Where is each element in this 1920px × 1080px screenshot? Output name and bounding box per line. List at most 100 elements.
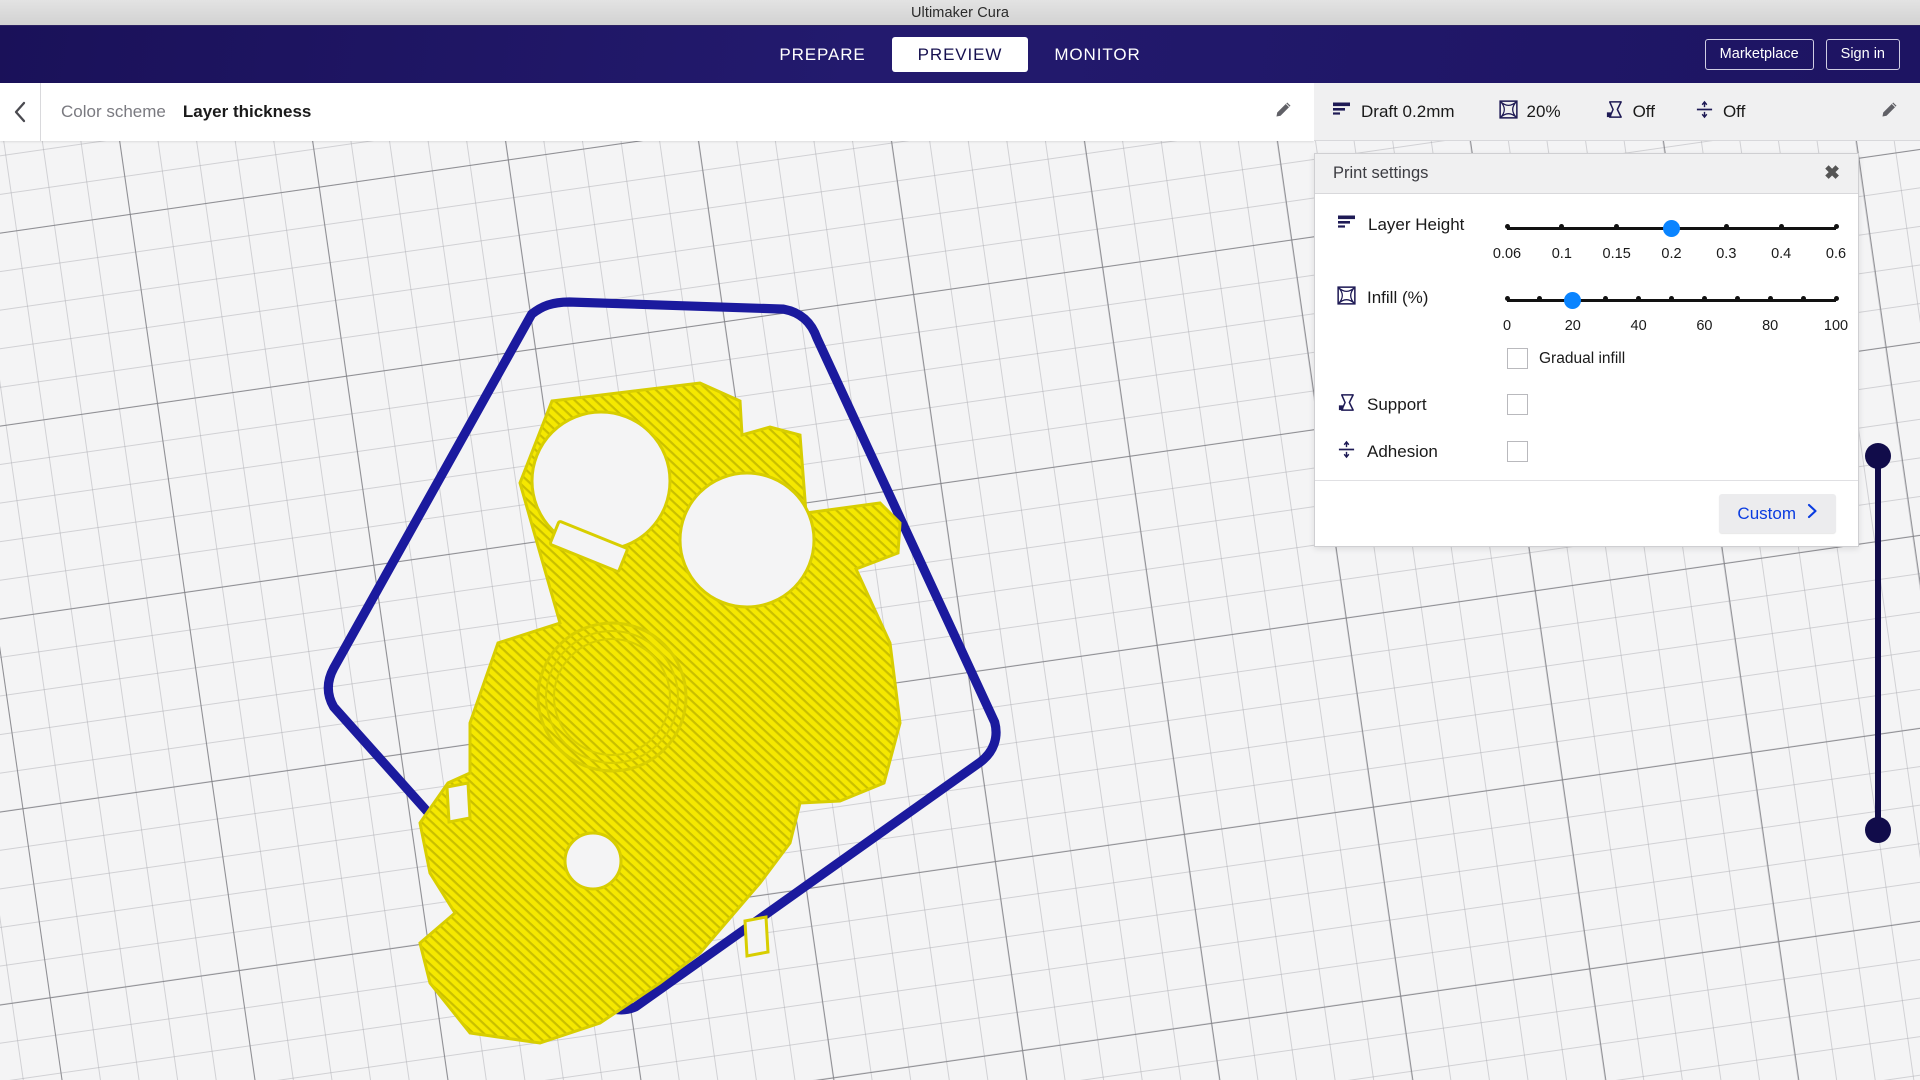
layer-height-row: Layer Height 0.06 0.1 0.15 0.2 0.3 0.4 0.6 bbox=[1315, 212, 1858, 266]
infill-row: Infill (%) 0 20 40 60 80 100 Gradual infill bbox=[1315, 284, 1858, 369]
slider-tick bbox=[1636, 295, 1642, 301]
adhesion-checkbox[interactable] bbox=[1507, 440, 1528, 462]
custom-button[interactable]: Custom bbox=[1719, 494, 1836, 533]
support-checkbox[interactable] bbox=[1507, 393, 1528, 415]
custom-button-label: Custom bbox=[1737, 503, 1796, 523]
adhesion-icon bbox=[1337, 440, 1356, 464]
color-scheme-bar: Color scheme Layer thickness bbox=[0, 83, 1314, 141]
adhesion-label-group: Adhesion bbox=[1337, 438, 1507, 464]
slider-tick-label: 80 bbox=[1762, 318, 1779, 334]
layer-height-label-group: Layer Height bbox=[1337, 212, 1507, 235]
slider-tick-label: 40 bbox=[1630, 318, 1647, 334]
slider-tick bbox=[1701, 295, 1707, 301]
model-hole-leg-gap bbox=[563, 831, 623, 891]
summary-infill-value: 20% bbox=[1526, 101, 1561, 121]
summary-adhesion-value: Off bbox=[1722, 101, 1746, 121]
summary-support-value: Off bbox=[1632, 101, 1655, 121]
tab-preview[interactable]: PREVIEW bbox=[891, 37, 1029, 72]
infill-label: Infill (%) bbox=[1367, 288, 1429, 307]
layer-slider[interactable] bbox=[1865, 443, 1891, 843]
close-icon[interactable]: ✖ bbox=[1820, 162, 1844, 185]
support-label-group: Support bbox=[1337, 391, 1507, 417]
slider-tick bbox=[1559, 223, 1565, 229]
slider-tick bbox=[1833, 295, 1839, 301]
layer-height-slider[interactable] bbox=[1504, 216, 1839, 246]
slider-tick bbox=[1603, 295, 1609, 301]
window-title: Ultimaker Cura bbox=[910, 4, 1010, 21]
slider-tick bbox=[1504, 223, 1510, 229]
slider-tick bbox=[1614, 223, 1620, 229]
toolbar-divider bbox=[40, 83, 41, 141]
slider-tick-label: 0.3 bbox=[1716, 246, 1737, 262]
infill-icon bbox=[1498, 99, 1518, 124]
slider-handle[interactable] bbox=[1564, 292, 1582, 309]
print-settings-title: Print settings bbox=[1333, 164, 1429, 182]
gradual-infill-label: Gradual infill bbox=[1539, 349, 1626, 367]
summary-support[interactable]: Off bbox=[1605, 100, 1655, 124]
lower-layer-handle[interactable] bbox=[1865, 817, 1891, 843]
adhesion-control bbox=[1507, 440, 1836, 462]
support-label: Support bbox=[1367, 395, 1427, 414]
slider-tick bbox=[1767, 295, 1773, 301]
layer-height-icon bbox=[1337, 214, 1357, 235]
support-control bbox=[1507, 393, 1836, 415]
marketplace-button[interactable]: Marketplace bbox=[1704, 39, 1814, 70]
adhesion-row: Adhesion bbox=[1315, 438, 1858, 470]
back-chevron-left-icon[interactable] bbox=[0, 83, 40, 141]
slider-handle[interactable] bbox=[1663, 220, 1680, 237]
tab-prepare[interactable]: PREPARE bbox=[753, 37, 891, 72]
support-row: Support bbox=[1315, 391, 1858, 417]
gradual-infill-row[interactable]: Gradual infill bbox=[1507, 348, 1836, 369]
layer-height-icon bbox=[1332, 101, 1352, 122]
infill-tick-labels: 0 20 40 60 80 100 bbox=[1503, 318, 1848, 338]
summary-layer-height[interactable]: Draft 0.2mm bbox=[1332, 101, 1455, 122]
infill-slider[interactable] bbox=[1504, 288, 1839, 318]
infill-label-group: Infill (%) bbox=[1337, 284, 1507, 310]
summary-pencil-icon[interactable] bbox=[1881, 101, 1898, 123]
sign-in-button[interactable]: Sign in bbox=[1825, 39, 1900, 70]
model-hole-eye-right bbox=[678, 471, 816, 609]
pencil-icon[interactable] bbox=[1275, 101, 1292, 123]
slider-tick-label: 100 bbox=[1823, 318, 1849, 334]
upper-layer-handle[interactable] bbox=[1865, 443, 1891, 469]
layer-height-label: Layer Height bbox=[1368, 214, 1465, 234]
color-scheme-value[interactable]: Layer thickness bbox=[183, 102, 312, 122]
summary-adhesion[interactable]: Off bbox=[1695, 100, 1745, 124]
model-body bbox=[420, 383, 900, 1043]
slider-tick bbox=[1734, 295, 1740, 301]
slider-tick-label: 0.1 bbox=[1551, 246, 1572, 262]
model-arm-notch-left bbox=[445, 781, 472, 824]
print-settings-header: Print settings ✖ bbox=[1315, 154, 1858, 194]
layer-height-tick-labels: 0.06 0.1 0.15 0.2 0.3 0.4 0.6 bbox=[1493, 246, 1846, 266]
slider-tick bbox=[1833, 223, 1839, 229]
main-nav-bar: PREPARE PREVIEW MONITOR Marketplace Sign… bbox=[0, 26, 1920, 83]
gradual-infill-checkbox[interactable] bbox=[1507, 348, 1528, 369]
layer-slider-track[interactable] bbox=[1875, 453, 1881, 833]
slider-tick-label: 0.2 bbox=[1661, 246, 1682, 262]
slider-tick bbox=[1723, 223, 1729, 229]
model-hole-eye-left bbox=[530, 410, 672, 552]
slider-tick-label: 20 bbox=[1564, 318, 1581, 334]
infill-control[interactable]: 0 20 40 60 80 100 Gradual infill bbox=[1503, 284, 1848, 369]
window-title-bar: Ultimaker Cura bbox=[0, 0, 1920, 26]
slider-tick bbox=[1669, 295, 1674, 301]
print-settings-body: Layer Height 0.06 0.1 0.15 0.2 0.3 0.4 0.6 Inf… bbox=[1315, 194, 1858, 480]
print-settings-footer: Custom bbox=[1315, 480, 1858, 546]
slider-tick-label: 0.4 bbox=[1771, 246, 1792, 262]
slider-tick-label: 0.06 bbox=[1492, 246, 1522, 262]
main-tabs: PREPARE PREVIEW MONITOR bbox=[0, 26, 1920, 83]
adhesion-label: Adhesion bbox=[1367, 442, 1438, 461]
tab-monitor[interactable]: MONITOR bbox=[1028, 37, 1166, 72]
slider-tick bbox=[1778, 223, 1784, 229]
nav-right-actions: Marketplace Sign in bbox=[1704, 26, 1900, 83]
layer-height-control[interactable]: 0.06 0.1 0.15 0.2 0.3 0.4 0.6 bbox=[1493, 212, 1846, 266]
adhesion-icon bbox=[1695, 100, 1714, 124]
support-icon bbox=[1605, 100, 1624, 124]
model-arm-notch-right bbox=[743, 915, 770, 958]
summary-infill[interactable]: 20% bbox=[1498, 99, 1561, 124]
slider-tick-label: 0 bbox=[1502, 318, 1512, 334]
print-settings-summary-bar[interactable]: Draft 0.2mm 20% Off Off bbox=[1314, 83, 1920, 141]
slider-tick bbox=[1800, 295, 1806, 301]
slider-tick-label: 60 bbox=[1696, 318, 1713, 334]
chevron-right-icon bbox=[1807, 503, 1818, 524]
